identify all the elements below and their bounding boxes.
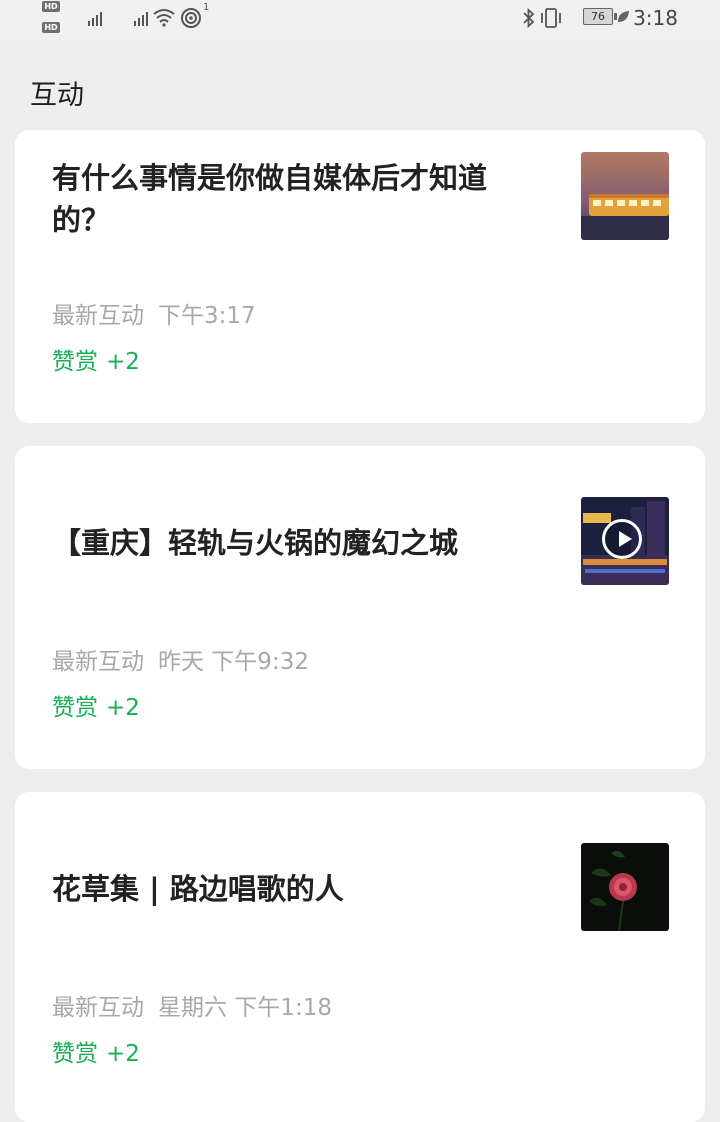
latest-interaction-time: 星期六 下午1:18 — [158, 995, 332, 1021]
status-bar: HD HD 1 76 3:18 — [0, 0, 720, 40]
reward-info: 赞赏 +2 — [52, 688, 140, 722]
status-bar-right: 76 3:18 — [518, 0, 678, 40]
signal-icon-2 — [134, 10, 154, 26]
header: 互动 — [0, 40, 720, 142]
rose-photo-icon — [581, 843, 669, 931]
article-thumbnail — [581, 152, 669, 240]
article-title: 有什么事情是你做自媒体后才知道的？ — [52, 161, 488, 237]
page-title: 互动 — [30, 80, 84, 111]
reward-info: 赞赏 +2 — [52, 342, 140, 376]
article-title: 花草集 | 路边唱歌的人 — [52, 872, 344, 906]
vibrate-icon — [541, 8, 561, 28]
hotspot-count: 1 — [203, 2, 210, 13]
latest-interaction-label: 最新互动 — [52, 649, 144, 675]
reward-count: +2 — [106, 695, 140, 721]
latest-interaction: 最新互动 星期六 下午1:18 — [52, 988, 332, 1022]
latest-interaction: 最新互动 下午3:17 — [52, 296, 256, 330]
reward-label: 赞赏 — [52, 695, 98, 721]
latest-interaction-label: 最新互动 — [52, 995, 144, 1021]
article-title: 【重庆】轻轨与火锅的魔幻之城 — [52, 526, 459, 560]
latest-interaction-label: 最新互动 — [52, 303, 144, 329]
train-photo-icon — [581, 152, 669, 240]
signal-icon-1 — [88, 10, 108, 26]
hd-icon: HD — [42, 1, 60, 12]
latest-interaction-time: 下午3:17 — [158, 303, 256, 329]
battery-icon: 76 — [583, 8, 617, 25]
reward-label: 赞赏 — [52, 349, 98, 375]
reward-info: 赞赏 +2 — [52, 1034, 140, 1068]
hd-icon-2: HD — [42, 22, 60, 33]
interaction-card[interactable]: 花草集 | 路边唱歌的人 最新互动 星期六 下午1:18 赞赏 +2 — [15, 792, 705, 1122]
hotspot-icon — [181, 8, 201, 28]
status-bar-left: HD HD 1 — [42, 0, 222, 40]
article-thumbnail — [581, 843, 669, 931]
leaf-icon — [618, 11, 629, 22]
play-icon[interactable] — [602, 519, 642, 559]
reward-label: 赞赏 — [52, 1041, 98, 1067]
bluetooth-icon — [523, 8, 535, 28]
reward-count: +2 — [106, 1041, 140, 1067]
reward-count: +2 — [106, 349, 140, 375]
interaction-card[interactable]: 【重庆】轻轨与火锅的魔幻之城 最新互动 昨天 下午9:32 赞赏 +2 — [15, 446, 705, 769]
video-thumbnail[interactable] — [581, 497, 669, 585]
wifi-icon — [153, 9, 175, 27]
interaction-card[interactable]: 有什么事情是你做自媒体后才知道的？ 最新互动 下午3:17 赞赏 +2 — [15, 130, 705, 423]
latest-interaction: 最新互动 昨天 下午9:32 — [52, 642, 309, 676]
latest-interaction-time: 昨天 下午9:32 — [158, 649, 309, 675]
status-time: 3:18 — [633, 6, 678, 30]
